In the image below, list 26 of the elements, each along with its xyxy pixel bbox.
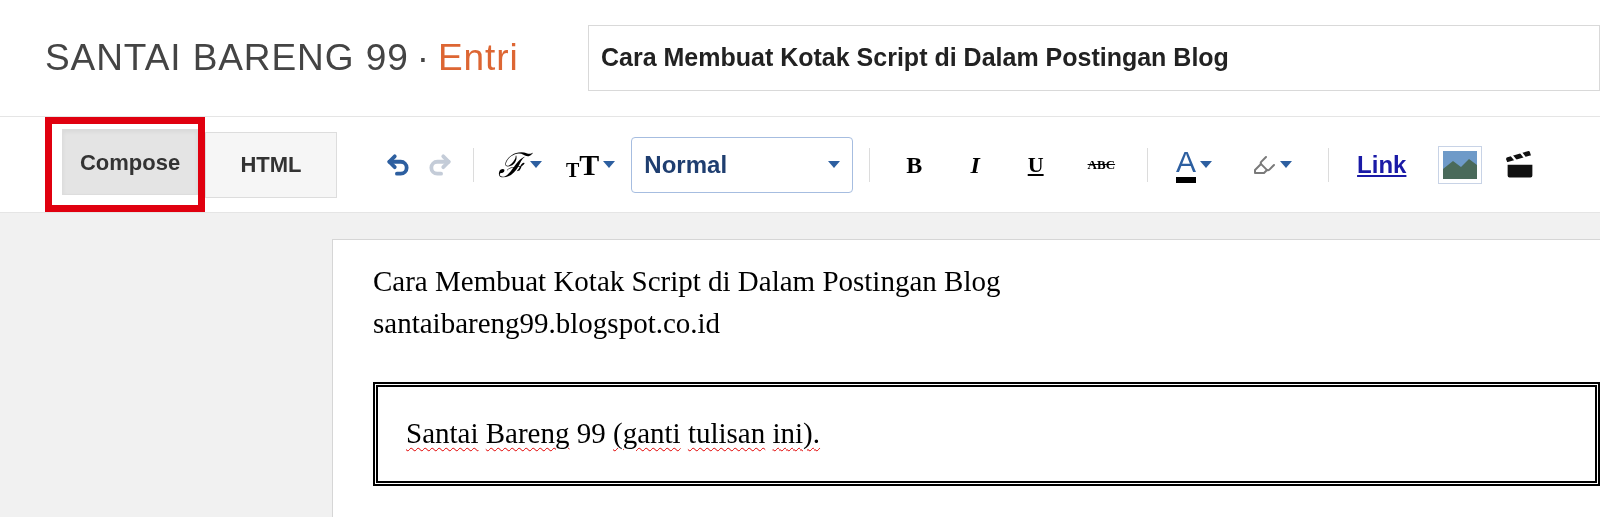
- undo-icon: [385, 151, 411, 178]
- underline-button[interactable]: U: [1003, 148, 1068, 181]
- redo-icon: [427, 151, 453, 178]
- font-size-button[interactable]: TT: [554, 149, 628, 180]
- font-family-button[interactable]: ℱ: [486, 147, 554, 182]
- caret-icon: [1200, 161, 1213, 168]
- editor-text-line: santaibareng99.blogspot.co.id: [373, 306, 721, 341]
- image-button[interactable]: [1438, 145, 1483, 184]
- strikethrough-button[interactable]: ABC: [1067, 154, 1136, 175]
- caret-icon: [828, 161, 841, 168]
- image-icon: [1443, 150, 1478, 179]
- post-title-field[interactable]: Cara Membuat Kotak Script di Dalam Postingan Blog: [588, 25, 1600, 91]
- bold-button[interactable]: B: [882, 146, 947, 183]
- mode-tab[interactable]: Compose: [62, 129, 198, 195]
- text-color-button[interactable]: A: [1160, 146, 1229, 183]
- blog-name: SANTAI BARENG 99: [45, 36, 409, 81]
- section-title: Entri: [437, 36, 519, 81]
- caret-icon: [603, 161, 616, 168]
- editor-text-line: Cara Membuat Kotak Script di Dalam Postingan Blog: [373, 264, 1001, 299]
- italic-button[interactable]: I: [946, 146, 1004, 183]
- title-separator: ·: [416, 36, 430, 81]
- link-button[interactable]: Link: [1341, 146, 1423, 183]
- caret-icon: [1280, 161, 1293, 168]
- mode-tab[interactable]: HTML: [205, 131, 337, 198]
- script-box-text: Santai Bareng 99 (ganti tulisan ini).: [406, 416, 821, 452]
- format-select[interactable]: Normal: [631, 136, 854, 193]
